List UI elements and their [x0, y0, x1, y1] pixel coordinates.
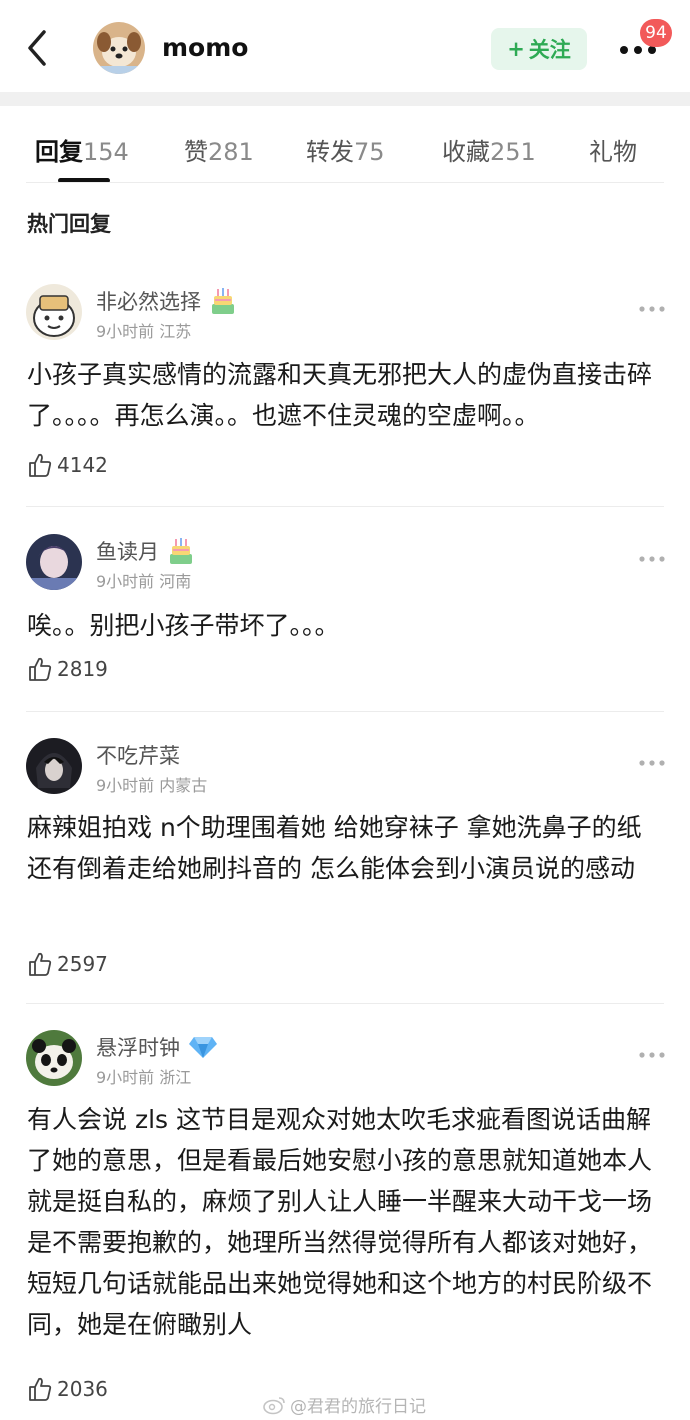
like-count: 4142	[57, 453, 108, 477]
divider	[26, 711, 664, 712]
commenter-name-text: 不吃芹菜	[96, 744, 180, 768]
watermark: @君君的旅行日记	[262, 1392, 426, 1417]
comment-location: 河南	[159, 572, 192, 591]
comment-item: 悬浮时钟 9小时前 浙江 有人会说 zls 这节目是观众对她太吹毛求疵看图说话曲…	[0, 1030, 690, 1410]
commenter-avatar[interactable]	[26, 738, 82, 794]
commenter-name-text: 悬浮时钟	[96, 1036, 180, 1060]
divider	[26, 506, 664, 507]
commenter-name-text: 鱼读月	[96, 540, 159, 564]
comment-time: 9小时前	[96, 1068, 155, 1087]
more-dots-icon	[639, 556, 665, 562]
section-title: 热门回复	[27, 212, 111, 236]
chevron-left-icon	[28, 30, 46, 66]
comment-item: 非必然选择 9小时前 江苏 小孩子真实感情的流露和天真无邪把大人的虚伪直接击碎了…	[0, 284, 690, 494]
like-button[interactable]: 4142	[27, 452, 108, 478]
watermark-text: @君君的旅行日记	[290, 1397, 426, 1417]
cake-icon	[170, 538, 192, 564]
tab-favorites[interactable]: 收藏251	[442, 132, 536, 167]
divider	[26, 182, 664, 183]
tab-reposts[interactable]: 转发75	[306, 132, 385, 167]
like-count: 2036	[57, 1377, 108, 1401]
thumbs-up-icon	[29, 657, 52, 681]
more-dots-icon	[639, 760, 665, 766]
comment-meta: 9小时前 内蒙古	[96, 772, 207, 796]
tab-count: 251	[490, 138, 536, 166]
more-dots-icon	[639, 306, 665, 312]
commenter-avatar[interactable]	[26, 1030, 82, 1086]
like-count: 2819	[57, 657, 108, 681]
commenter-name[interactable]: 非必然选择	[96, 286, 237, 316]
tab-replies[interactable]: 回复154	[35, 132, 129, 167]
thumbs-up-icon	[29, 1377, 52, 1401]
cartoon-avatar-icon	[26, 284, 82, 340]
tab-likes[interactable]: 赞281	[184, 132, 254, 167]
thumbs-up-icon	[29, 453, 52, 477]
dark-avatar-icon	[26, 738, 82, 794]
more-dots-icon	[639, 1052, 665, 1058]
like-button[interactable]: 2819	[27, 656, 108, 682]
dog-avatar-icon	[93, 22, 145, 74]
like-count: 2597	[57, 952, 108, 976]
cake-icon	[212, 288, 234, 314]
divider	[26, 1003, 664, 1004]
comment-location: 江苏	[159, 322, 192, 341]
diamond-icon	[189, 1037, 217, 1058]
comment-time: 9小时前	[96, 572, 155, 591]
comment-text: 麻辣姐拍戏 n个助理围着她 给她穿袜子 拿她洗鼻子的纸 还有倒着走给她刷抖音的 …	[27, 813, 642, 883]
comment-time: 9小时前	[96, 776, 155, 795]
comment-text: 唉。。别把小孩子带坏了。。。	[27, 611, 340, 640]
comment-text: 有人会说 zls 这节目是观众对她太吹毛求疵看图说话曲解了她的意思，但是看最后她…	[27, 1105, 653, 1339]
notification-badge: 94	[640, 19, 672, 47]
avatar[interactable]	[93, 22, 145, 74]
panda-avatar-icon	[26, 1030, 82, 1086]
commenter-avatar[interactable]	[26, 284, 82, 340]
comment-meta: 9小时前 河南	[96, 568, 191, 592]
back-button[interactable]	[22, 28, 56, 68]
thumbs-up-icon	[29, 952, 52, 976]
tab-label: 礼物	[589, 138, 637, 166]
comment-time: 9小时前	[96, 322, 155, 341]
comment-meta: 9小时前 浙江	[96, 1064, 191, 1088]
comment-item: 不吃芹菜 9小时前 内蒙古 麻辣姐拍戏 n个助理围着她 给她穿袜子 拿她洗鼻子的…	[0, 738, 690, 988]
plus-icon: +	[507, 37, 525, 61]
commenter-name[interactable]: 不吃芹菜	[96, 740, 180, 770]
follow-button[interactable]: + 关注	[491, 28, 587, 70]
like-button[interactable]: 2597	[27, 951, 108, 977]
like-button[interactable]: 2036	[27, 1376, 108, 1402]
comment-location: 浙江	[159, 1068, 192, 1087]
top-bar: momo + 关注 94	[0, 0, 690, 92]
comment-location: 内蒙古	[159, 776, 208, 795]
comment-more-button[interactable]	[638, 752, 666, 766]
anime-avatar-icon	[26, 534, 82, 590]
username[interactable]: momo	[162, 33, 248, 62]
tab-label: 收藏	[442, 138, 490, 166]
weibo-logo-icon	[263, 1396, 285, 1414]
tab-count: 75	[354, 138, 385, 166]
tab-count: 281	[208, 138, 254, 166]
commenter-name[interactable]: 鱼读月	[96, 536, 195, 566]
commenter-name[interactable]: 悬浮时钟	[96, 1032, 218, 1062]
commenter-avatar[interactable]	[26, 534, 82, 590]
comment-more-button[interactable]	[638, 298, 666, 312]
tab-bar: 回复154 赞281 转发75 收藏251 礼物	[0, 106, 690, 184]
tab-gifts[interactable]: 礼物	[589, 132, 637, 167]
comment-meta: 9小时前 江苏	[96, 318, 191, 342]
section-separator	[0, 92, 690, 106]
follow-label: 关注	[528, 38, 571, 62]
comment-item: 鱼读月 9小时前 河南 唉。。别把小孩子带坏了。。。 2819	[0, 534, 690, 694]
comment-text: 小孩子真实感情的流露和天真无邪把大人的虚伪直接击碎了。。。。再怎么演。。也遮不住…	[27, 360, 653, 430]
comment-more-button[interactable]	[638, 1044, 666, 1058]
commenter-name-text: 非必然选择	[96, 290, 201, 314]
tab-count: 154	[83, 138, 129, 166]
tab-label: 转发	[306, 138, 354, 166]
tab-label: 赞	[184, 138, 208, 166]
comment-more-button[interactable]	[638, 548, 666, 562]
tab-label: 回复	[35, 138, 83, 166]
